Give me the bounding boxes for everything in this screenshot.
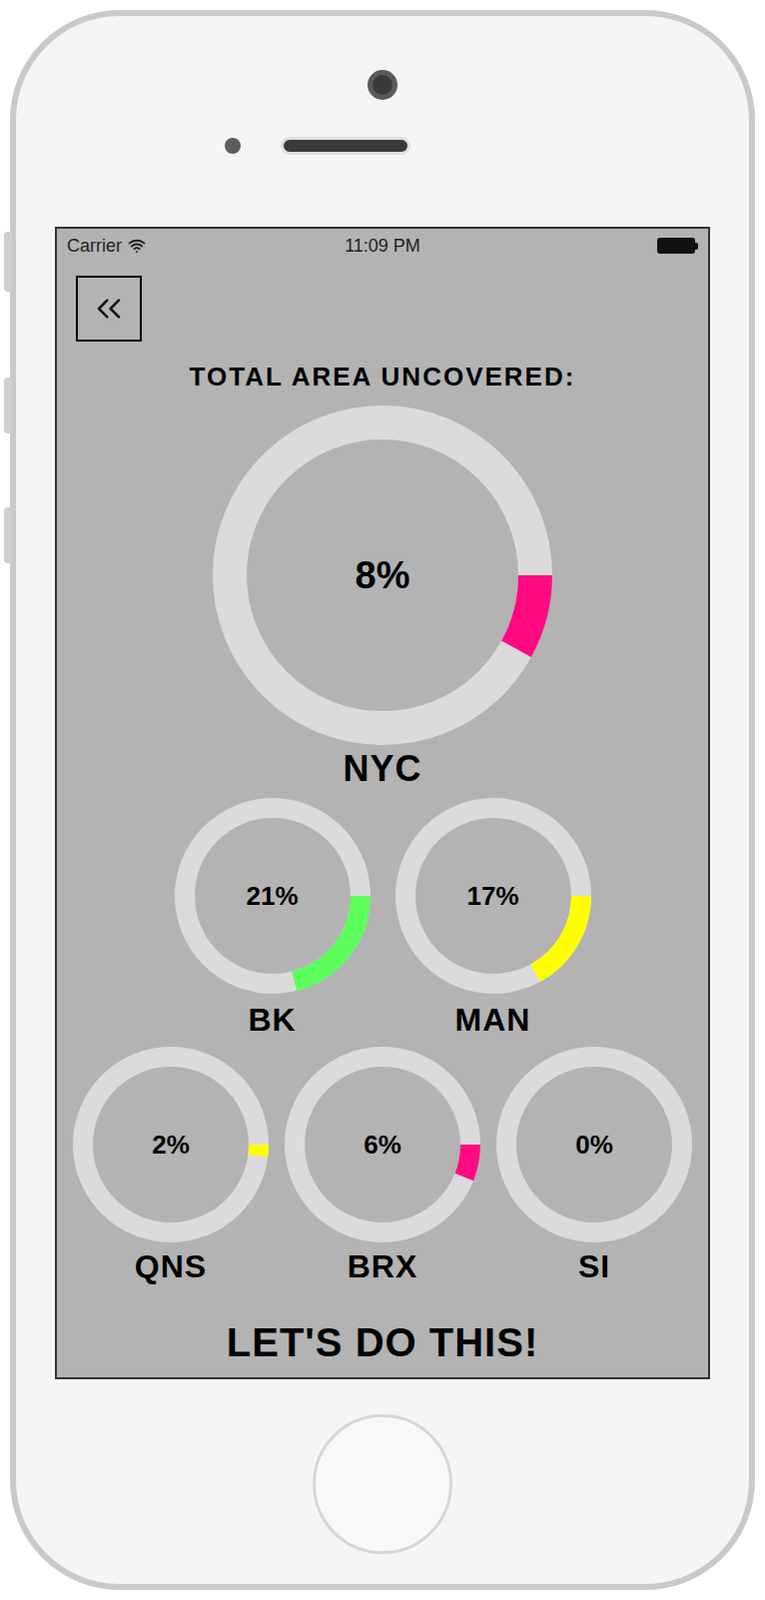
carrier-label: Carrier — [66, 232, 122, 260]
phone-side-button — [3, 507, 12, 564]
borough-row: 21% BK 17% MAN — [174, 797, 592, 1038]
borough-label: BRX — [347, 1248, 419, 1285]
percent-reading: 2% — [151, 1125, 190, 1165]
page-title: TOTAL AREA UNCOVERED: — [189, 361, 577, 392]
start-button[interactable]: LET'S DO THIS! — [226, 1320, 539, 1365]
speaker-grille — [280, 136, 411, 155]
borough-stat: 0% SI — [496, 1046, 693, 1285]
phone-side-button — [3, 231, 12, 292]
borough-row: 2% QNS 6% BRX 0% SI — [72, 1046, 693, 1285]
percent-reading: 17% — [466, 876, 519, 916]
camera-icon — [367, 69, 398, 100]
percent-reading: 8% — [355, 547, 411, 605]
page: Carrier 11:09 PM TOTAL AREA UNCOVERED: 8% NY… — [0, 0, 765, 1600]
progress-arc — [184, 807, 361, 984]
total-label: NYC — [342, 749, 422, 789]
borough-label: BK — [247, 1001, 296, 1038]
borough-ring: 17% — [395, 797, 592, 994]
home-button[interactable] — [312, 1414, 453, 1554]
status-bar: Carrier 11:09 PM — [56, 228, 709, 263]
borough-label: MAN — [455, 1001, 532, 1038]
status-time: 11:09 PM — [344, 232, 421, 260]
borough-ring: 21% — [174, 797, 371, 994]
borough-label: SI — [578, 1248, 611, 1285]
wifi-icon — [127, 236, 146, 255]
borough-stat: 6% BRX — [284, 1046, 481, 1285]
borough-stat: 21% BK — [174, 797, 371, 1038]
phone-side-button — [3, 377, 12, 434]
borough-stat: 17% MAN — [395, 797, 592, 1038]
borough-label: QNS — [134, 1248, 207, 1285]
progress-arc — [294, 1056, 471, 1233]
percent-reading: 0% — [575, 1125, 614, 1165]
sensor-dot — [224, 137, 241, 154]
progress-arc — [229, 422, 536, 729]
percent-reading: 6% — [363, 1125, 402, 1165]
progress-arc — [405, 807, 582, 984]
borough-ring: 2% — [72, 1046, 269, 1243]
borough-ring: 6% — [284, 1046, 481, 1243]
total-ring: 8% — [212, 405, 553, 746]
phone-body: Carrier 11:09 PM TOTAL AREA UNCOVERED: 8% NY… — [9, 9, 756, 1590]
double-chevron-left-icon — [88, 288, 129, 329]
borough-stat: 2% QNS — [72, 1046, 269, 1285]
app-screen: Carrier 11:09 PM TOTAL AREA UNCOVERED: 8% NY… — [54, 226, 711, 1380]
borough-ring: 0% — [496, 1046, 693, 1243]
battery-icon — [657, 237, 699, 254]
back-button[interactable] — [75, 275, 142, 342]
progress-arc — [82, 1056, 259, 1233]
percent-reading: 21% — [245, 876, 298, 916]
